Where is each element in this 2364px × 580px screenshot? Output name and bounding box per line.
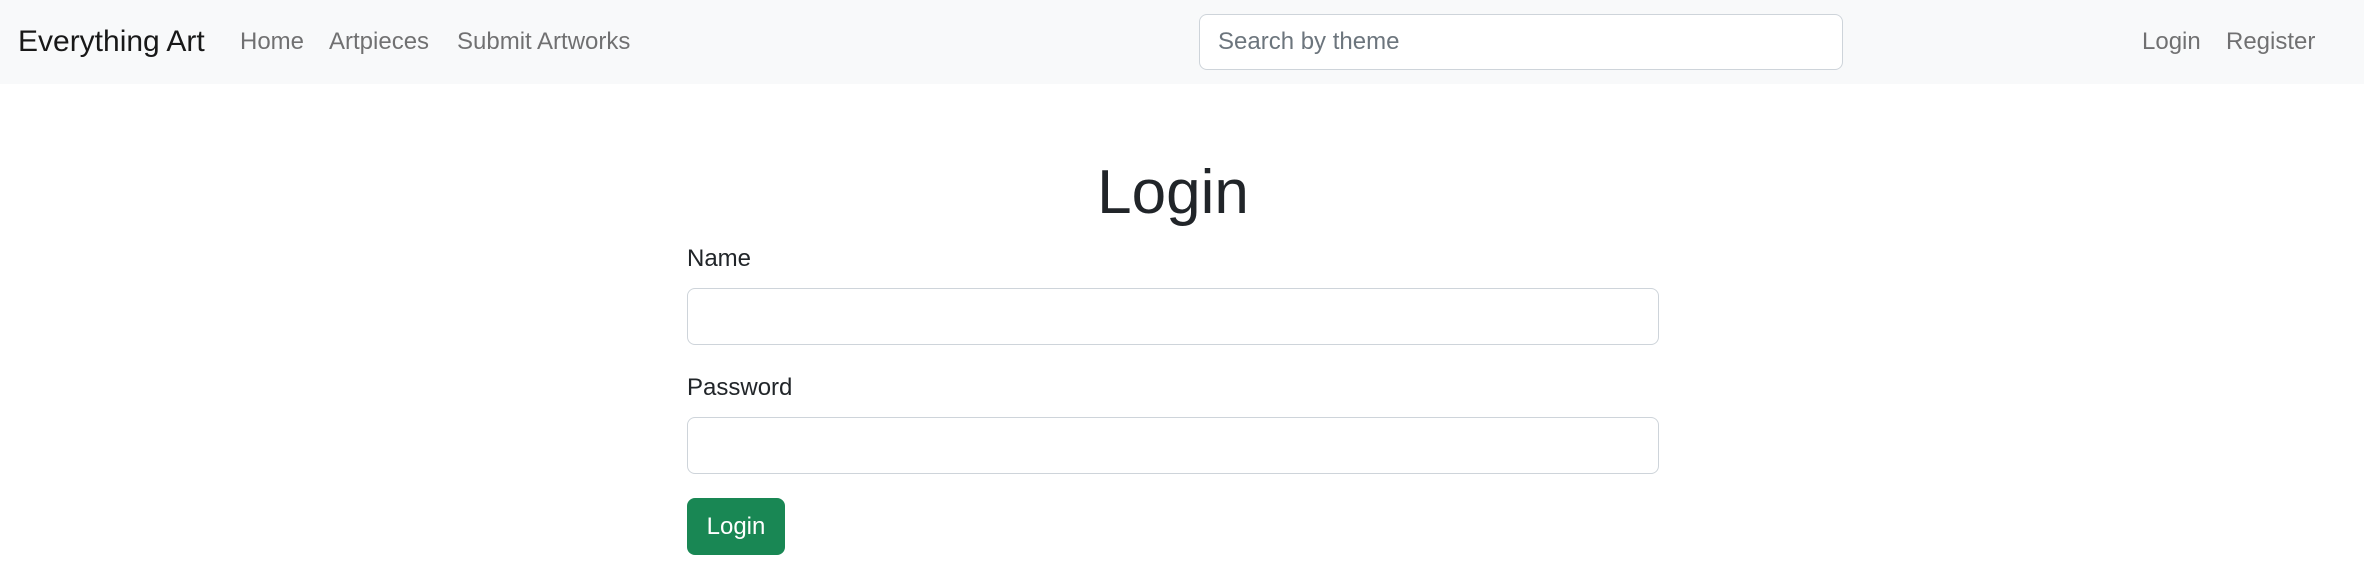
top-navbar: Everything Art Home Artpieces Submit Art… <box>0 0 2364 84</box>
nav-link-submit-artworks[interactable]: Submit Artworks <box>457 0 630 84</box>
search-input[interactable] <box>1199 14 1843 70</box>
nav-link-artpieces[interactable]: Artpieces <box>329 0 429 84</box>
nav-link-login[interactable]: Login <box>2142 0 2201 84</box>
name-field[interactable] <box>687 288 1659 345</box>
brand-logo-link[interactable]: Everything Art <box>18 0 205 84</box>
nav-link-home[interactable]: Home <box>240 0 304 84</box>
login-submit-button[interactable]: Login <box>687 498 785 555</box>
page-title: Login <box>1097 158 1249 227</box>
password-label: Password <box>687 374 793 401</box>
password-field[interactable] <box>687 417 1659 474</box>
name-label: Name <box>687 245 752 272</box>
nav-link-register[interactable]: Register <box>2226 0 2315 84</box>
